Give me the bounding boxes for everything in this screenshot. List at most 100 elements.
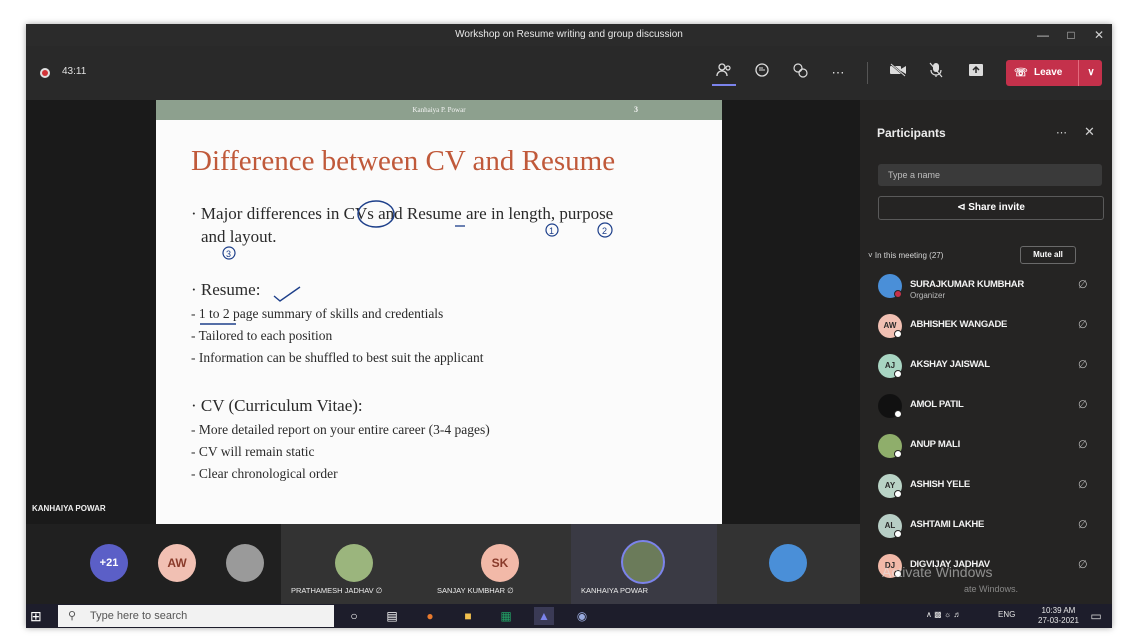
phone-icon: ☏: [1014, 67, 1028, 79]
share-icon: ⊲: [957, 202, 969, 213]
taskbar-clock[interactable]: 10:39 AM 27-03-2021: [1038, 606, 1079, 626]
title-bar: Workshop on Resume writing and group dis…: [26, 24, 1112, 46]
windows-activation-watermark: Activate Windows: [882, 564, 993, 580]
cortana-icon[interactable]: ○: [344, 607, 364, 625]
mic-muted-icon: ∅: [1078, 319, 1088, 331]
close-icon[interactable]: ✕: [1088, 26, 1110, 44]
pen-annotations: 1 2 3: [200, 200, 613, 325]
video-tile[interactable]: SK SANJAY KUMBHAR ∅: [427, 524, 571, 604]
participant-row[interactable]: AY ASHISH YELE ∅: [878, 472, 1102, 502]
taskbar-search-placeholder: Type here to search: [90, 610, 188, 622]
participant-name: ABHISHEK WANGADE: [910, 319, 1008, 330]
minimize-icon[interactable]: —: [1032, 26, 1054, 44]
video-tile[interactable]: PRATHAMESH JADHAV ∅: [281, 524, 427, 604]
reactions-icon[interactable]: [788, 62, 812, 84]
toolbar-divider: [867, 62, 868, 84]
participant-row[interactable]: ANUP MALI ∅: [878, 432, 1102, 462]
system-tray[interactable]: ∧ ▩ ☼ ♬: [926, 610, 961, 619]
windows-taskbar: ⊞ ⚲ Type here to search ○ ▤ ● ■ ▦ ▲ ◉ ∧ …: [26, 604, 1112, 628]
share-tray-icon[interactable]: [964, 62, 988, 84]
avatar: AJ: [878, 354, 902, 378]
tile-name: PRATHAMESH JADHAV ∅: [291, 586, 383, 595]
annotation-label-1: 1: [549, 226, 554, 236]
language-indicator[interactable]: ENG: [998, 610, 1015, 619]
participants-panel: Participants ⋯ ✕ Type a name ⊲ Share inv…: [860, 100, 1112, 604]
avatar: [769, 544, 807, 582]
video-tile[interactable]: KANHAIYA POWAR: [571, 524, 717, 604]
taskbar-search-input[interactable]: ⚲ Type here to search: [58, 605, 334, 627]
annotation-label-3: 3: [226, 249, 231, 259]
avatar: AL: [878, 514, 902, 538]
task-view-icon[interactable]: ▤: [382, 607, 402, 625]
avatar: AY: [878, 474, 902, 498]
window-title: Workshop on Resume writing and group dis…: [455, 29, 683, 40]
share-invite-label: Share invite: [968, 202, 1025, 213]
avatar: [878, 434, 902, 458]
avatar: [335, 544, 373, 582]
notifications-icon[interactable]: ▭: [1086, 607, 1106, 625]
search-icon: ⚲: [68, 610, 77, 622]
participant-row[interactable]: AMOL PATIL ∅: [878, 392, 1102, 422]
presentation-slide: Kanhaiya P. Powar 3 Difference between C…: [156, 100, 722, 524]
avatar: [226, 544, 264, 582]
excel-icon[interactable]: ▦: [496, 607, 516, 625]
windows-start-icon[interactable]: ⊞: [30, 608, 46, 624]
mic-muted-icon: ∅: [1078, 279, 1088, 291]
meeting-timer: 43:11: [62, 66, 87, 77]
clock-time: 10:39 AM: [1041, 606, 1076, 615]
participant-name: AMOL PATIL: [910, 399, 964, 410]
mic-muted-icon: ∅: [1078, 559, 1088, 571]
firefox-icon[interactable]: ●: [420, 607, 440, 625]
close-panel-icon[interactable]: ✕: [1084, 124, 1095, 140]
teams-icon[interactable]: ▲: [534, 607, 554, 625]
mic-muted-icon: ∅: [1078, 439, 1088, 451]
meeting-toolbar: 43:11 ⋯ ☏ Leave ∨: [26, 46, 1112, 100]
tile-name: SANJAY KUMBHAR ∅: [437, 586, 514, 595]
avatar: [878, 274, 902, 298]
clock-date: 27-03-2021: [1038, 616, 1079, 625]
presenter-name-label: KANHAIYA POWAR: [32, 504, 106, 513]
share-invite-button[interactable]: ⊲ Share invite: [878, 196, 1104, 220]
participant-name: AKSHAY JAISWAL: [910, 359, 990, 370]
chevron-down-icon[interactable]: ∨: [1078, 60, 1103, 86]
shared-content-stage: Kanhaiya P. Powar 3 Difference between C…: [26, 100, 860, 524]
mic-muted-icon: ∅: [1078, 359, 1088, 371]
participant-search-input[interactable]: Type a name: [878, 164, 1102, 186]
participants-icon[interactable]: [712, 62, 736, 86]
participant-row[interactable]: AJ AKSHAY JAISWAL ∅: [878, 352, 1102, 382]
mic-off-icon[interactable]: [924, 62, 948, 84]
participant-role: Organizer: [910, 291, 946, 300]
camera-off-icon[interactable]: [886, 62, 910, 84]
checkmark-annotation: [273, 286, 301, 302]
avatar: [621, 540, 665, 584]
avatar: SK: [481, 544, 519, 582]
panel-title: Participants: [877, 126, 946, 140]
overflow-participants-button[interactable]: +21: [90, 544, 128, 582]
participant-row[interactable]: SURAJKUMAR KUMBHAR Organizer ∅: [878, 272, 1102, 302]
tile-name: KANHAIYA POWAR: [581, 586, 649, 595]
avatar: [878, 394, 902, 418]
app-icon[interactable]: ◉: [572, 607, 592, 625]
chat-icon[interactable]: [750, 62, 774, 84]
more-icon[interactable]: ⋯: [826, 62, 850, 84]
participant-name: ASHTAMI LAKHE: [910, 519, 985, 530]
in-meeting-section-toggle[interactable]: ˅ In this meeting (27): [868, 251, 943, 260]
annotation-label-2: 2: [602, 226, 607, 236]
avatar: AW: [158, 544, 196, 582]
file-explorer-icon[interactable]: ■: [458, 607, 478, 625]
mute-all-button[interactable]: Mute all: [1020, 246, 1076, 264]
recording-icon: [40, 68, 50, 78]
video-strip: +21 AW PRATHAMESH JADHAV ∅ SK SANJAY KUM…: [26, 524, 860, 604]
mic-muted-icon: ∅: [1078, 519, 1088, 531]
leave-button[interactable]: ☏ Leave ∨: [1006, 60, 1102, 86]
mic-muted-icon: ∅: [1078, 399, 1088, 411]
avatar: AW: [878, 314, 902, 338]
in-meeting-label: In this meeting (27): [874, 251, 944, 260]
restore-icon[interactable]: □: [1060, 26, 1082, 44]
participant-row[interactable]: AL ASHTAMI LAKHE ∅: [878, 512, 1102, 542]
video-tile[interactable]: [717, 524, 860, 604]
participant-row[interactable]: AW ABHISHEK WANGADE ∅: [878, 312, 1102, 342]
more-options-icon[interactable]: ⋯: [1056, 126, 1067, 139]
teams-window: Workshop on Resume writing and group dis…: [26, 24, 1112, 628]
participant-name: SURAJKUMAR KUMBHAR: [910, 279, 1024, 290]
